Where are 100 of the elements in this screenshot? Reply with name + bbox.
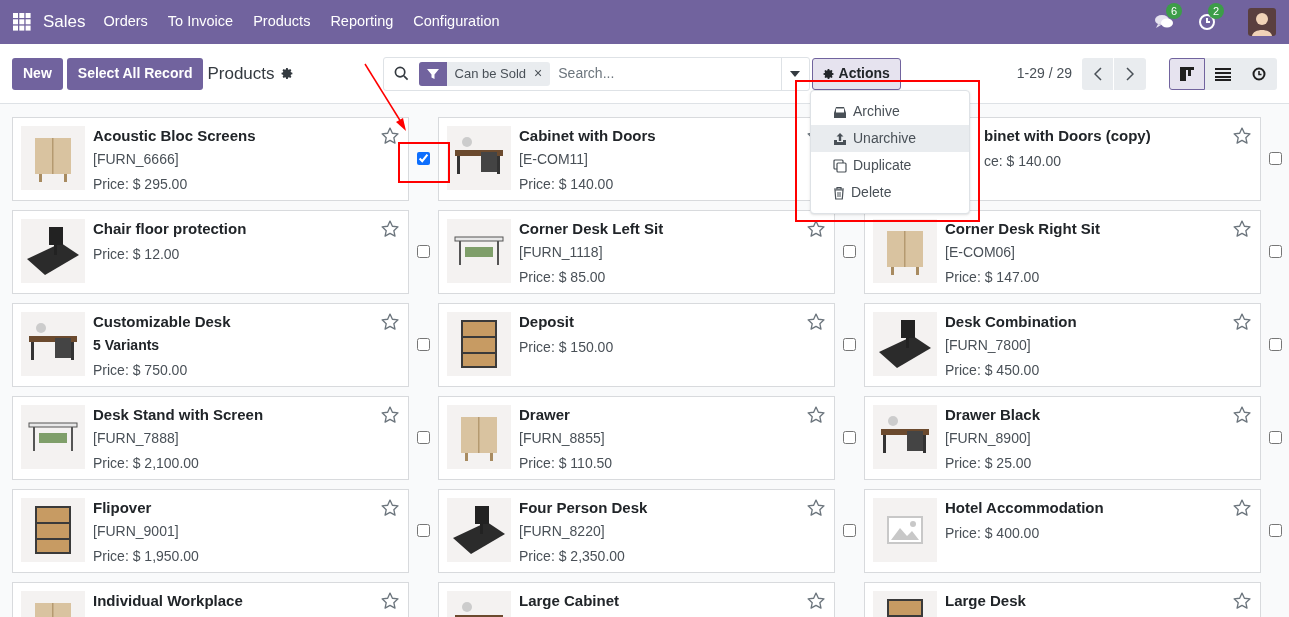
product-name: Individual Workplace xyxy=(93,591,244,611)
product-name: Corner Desk Left Sit xyxy=(519,219,665,239)
star-icon[interactable] xyxy=(380,405,400,425)
star-icon[interactable] xyxy=(1232,126,1252,146)
product-name: Large Cabinet xyxy=(519,591,621,611)
product-card[interactable]: Desk Stand with Screen [FURN_7888] Price: $ 2,100.00 xyxy=(12,396,409,480)
product-reference: [FURN_8855] xyxy=(519,429,606,448)
product-name: Deposit xyxy=(519,312,575,332)
product-name: Hotel Accommodation xyxy=(945,498,1105,518)
star-icon[interactable] xyxy=(806,591,826,611)
chat-icon[interactable] xyxy=(1154,13,1174,31)
copy-icon xyxy=(833,158,847,173)
search-field[interactable]: Search... xyxy=(558,63,781,84)
actions-button[interactable]: Actions xyxy=(811,57,901,90)
dropdown-item[interactable]: Unarchive xyxy=(811,125,969,152)
product-price: Price: $ 140.00 xyxy=(519,175,615,194)
select-checkbox[interactable] xyxy=(1269,338,1282,351)
star-icon[interactable] xyxy=(1232,591,1252,611)
star-icon[interactable] xyxy=(806,312,826,332)
clock-icon[interactable] xyxy=(1198,13,1216,31)
star-icon[interactable] xyxy=(380,591,400,611)
product-card[interactable]: Four Person Desk [FURN_8220] Price: $ 2,350.00 xyxy=(438,489,835,573)
product-name: Acoustic Bloc Screens xyxy=(93,126,257,146)
product-card[interactable]: Drawer Black [FURN_8900] Price: $ 25.00 xyxy=(864,396,1261,480)
select-checkbox[interactable] xyxy=(1269,431,1282,444)
nav-menu-item[interactable]: Products xyxy=(253,11,311,33)
filter-facet[interactable]: Can be Sold × xyxy=(418,61,551,86)
product-price: Price: $ 750.00 xyxy=(93,361,189,380)
select-checkbox[interactable] xyxy=(1269,152,1282,165)
product-card[interactable]: Drawer [FURN_8855] Price: $ 110.50 xyxy=(438,396,835,480)
product-card[interactable]: Large Cabinet xyxy=(438,582,835,617)
star-icon[interactable] xyxy=(806,405,826,425)
select-checkbox[interactable] xyxy=(843,524,856,537)
product-price: Price: $ 2,350.00 xyxy=(519,547,626,566)
select-checkbox[interactable] xyxy=(843,338,856,351)
select-checkbox[interactable] xyxy=(1269,245,1282,258)
product-price: Price: $ 150.00 xyxy=(519,338,615,357)
product-name: Drawer Black xyxy=(945,405,1042,425)
select-checkbox[interactable] xyxy=(1269,524,1282,537)
view-switch-button[interactable] xyxy=(1241,57,1277,90)
product-card[interactable]: Chair floor protection Price: $ 12.00 xyxy=(12,210,409,294)
view-switch-button[interactable] xyxy=(1205,57,1241,90)
view-switch-button[interactable] xyxy=(1169,57,1205,90)
gear-icon xyxy=(822,67,835,80)
filter-icon xyxy=(426,67,439,80)
star-icon[interactable] xyxy=(806,219,826,239)
product-price: Price: $ 295.00 xyxy=(93,175,189,194)
chevron-right-icon xyxy=(1126,66,1134,81)
product-price: Price: $ 12.00 xyxy=(93,245,181,264)
gear-icon[interactable] xyxy=(280,67,294,80)
new-button[interactable]: New xyxy=(12,57,63,90)
product-card[interactable]: Corner Desk Right Sit [E-COM06] Price: $ 147.00 xyxy=(864,210,1261,294)
star-icon[interactable] xyxy=(1232,219,1252,239)
nav-menu-item[interactable]: To Invoice xyxy=(167,11,234,33)
star-icon[interactable] xyxy=(1232,405,1252,425)
star-icon[interactable] xyxy=(380,219,400,239)
product-reference: [E-COM06] xyxy=(945,243,1016,262)
product-card[interactable]: Corner Desk Left Sit [FURN_1118] Price: $ 85.00 xyxy=(438,210,835,294)
apps-menu-icon[interactable] xyxy=(13,13,31,31)
previous-button[interactable] xyxy=(1082,57,1114,90)
select-checkbox[interactable] xyxy=(417,152,430,165)
avatar-icon[interactable] xyxy=(1248,8,1276,36)
product-card[interactable]: Acoustic Bloc Screens [FURN_6666] Price: $ 295.00 xyxy=(12,117,409,201)
product-card[interactable]: Flipover [FURN_9001] Price: $ 1,950.00 xyxy=(12,489,409,573)
select-checkbox[interactable] xyxy=(843,245,856,258)
select-checkbox[interactable] xyxy=(417,524,430,537)
star-icon[interactable] xyxy=(380,312,400,332)
star-icon[interactable] xyxy=(380,126,400,146)
product-name: Drawer xyxy=(519,405,571,425)
product-card[interactable]: Desk Combination [FURN_7800] Price: $ 450.00 xyxy=(864,303,1261,387)
app-name[interactable]: Sales xyxy=(43,9,86,35)
product-card[interactable]: Customizable Desk 5 Variants Price: $ 750.00 xyxy=(12,303,409,387)
nav-menu-item[interactable]: Configuration xyxy=(413,11,500,33)
nav-menu-item[interactable]: Orders xyxy=(103,11,148,33)
star-icon[interactable] xyxy=(806,498,826,518)
next-button[interactable] xyxy=(1114,57,1146,90)
search-icon xyxy=(393,66,409,81)
nav-menu-item[interactable]: Reporting xyxy=(330,11,394,33)
product-reference: [FURN_6666] xyxy=(93,150,180,169)
product-reference: [FURN_9001] xyxy=(93,522,180,541)
caret-icon[interactable] xyxy=(790,70,801,77)
select-checkbox[interactable] xyxy=(417,338,430,351)
product-card[interactable]: Hotel Accommodation Price: $ 400.00 xyxy=(864,489,1261,573)
product-card[interactable]: Deposit Price: $ 150.00 xyxy=(438,303,835,387)
star-icon[interactable] xyxy=(1232,312,1252,332)
select-checkbox[interactable] xyxy=(417,431,430,444)
product-reference: [FURN_1118] xyxy=(519,243,604,262)
product-price: Price: $ 400.00 xyxy=(945,524,1041,543)
product-price: Price: $ 147.00 xyxy=(945,268,1041,287)
product-card[interactable]: Large Desk xyxy=(864,582,1261,617)
product-card[interactable]: Individual Workplace xyxy=(12,582,409,617)
product-name: Desk Stand with Screen xyxy=(93,405,265,425)
select-checkbox[interactable] xyxy=(417,245,430,258)
select-checkbox[interactable] xyxy=(843,431,856,444)
select-all-button[interactable]: Select All Record xyxy=(66,57,204,90)
pager-value[interactable]: 1-29 / 29 xyxy=(1016,63,1072,84)
remove-facet-button[interactable]: × xyxy=(534,63,551,84)
star-icon[interactable] xyxy=(380,498,400,518)
star-icon[interactable] xyxy=(1232,498,1252,518)
search-bar[interactable]: Can be Sold × Search... xyxy=(382,56,810,91)
